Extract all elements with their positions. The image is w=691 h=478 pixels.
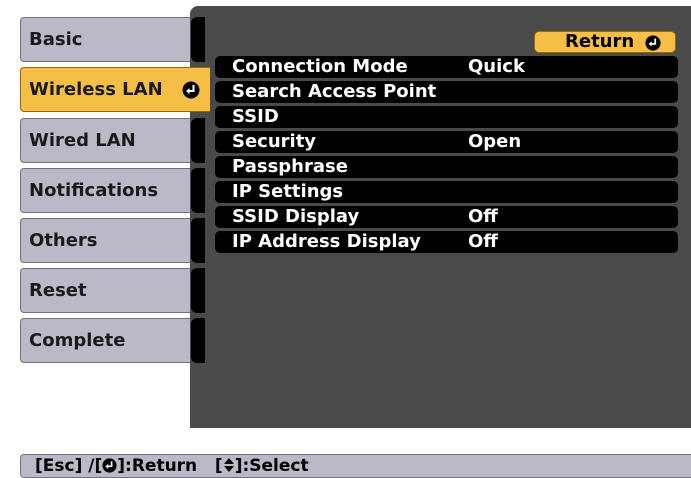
row-value: Quick [468, 56, 525, 77]
tab-label: Others [29, 230, 98, 251]
tab-wired-lan[interactable]: Wired LAN [20, 118, 206, 163]
menu-row-ip-address-display[interactable]: IP Address Display Off [215, 231, 678, 253]
row-label: SSID [232, 106, 279, 127]
menu-row-search-access-point[interactable]: Search Access Point [215, 81, 678, 103]
menu-row-passphrase[interactable]: Passphrase [215, 156, 678, 178]
tab-label: Reset [29, 280, 87, 301]
tab-notifications[interactable]: Notifications [20, 168, 206, 213]
tab-label: Notifications [29, 180, 159, 201]
key-hint-bar: [Esc] /[ ]:Return [ ]:Select [20, 454, 691, 478]
tab-others[interactable]: Others [20, 218, 206, 263]
row-value: Open [468, 131, 522, 152]
row-label: Passphrase [232, 156, 348, 177]
hint-esc: [Esc] /[ [35, 456, 103, 476]
tab-separator [191, 118, 205, 163]
tab-label: Wired LAN [29, 130, 136, 151]
menu-row-ip-settings[interactable]: IP Settings [215, 181, 678, 203]
tab-separator [191, 218, 205, 263]
tab-separator [191, 318, 205, 363]
return-label: Return [565, 31, 635, 52]
row-label: Search Access Point [232, 81, 437, 102]
tab-wireless-lan[interactable]: Wireless LAN [20, 67, 210, 112]
menu-row-security[interactable]: Security Open [215, 131, 678, 153]
hint-return: ]:Return [117, 456, 198, 476]
row-label: IP Settings [232, 181, 344, 202]
tab-basic[interactable]: Basic [20, 17, 206, 62]
row-value: Off [468, 231, 498, 252]
row-label: SSID Display [232, 206, 360, 227]
row-label: IP Address Display [232, 231, 421, 252]
hint-select: ]:Select [234, 456, 309, 476]
tab-reset[interactable]: Reset [20, 268, 206, 313]
enter-icon [182, 81, 200, 99]
menu-row-ssid-display[interactable]: SSID Display Off [215, 206, 678, 228]
enter-icon [102, 458, 117, 473]
enter-icon [645, 35, 661, 51]
menu-row-ssid[interactable]: SSID [215, 106, 678, 128]
tab-label: Complete [29, 330, 126, 351]
tab-label: Basic [29, 29, 83, 50]
row-label: Connection Mode [232, 56, 408, 77]
up-down-arrow-icon [223, 457, 235, 473]
row-label: Security [232, 131, 317, 152]
menu-row-connection-mode[interactable]: Connection Mode Quick [215, 56, 678, 78]
hint-select-open: [ [214, 456, 223, 476]
tab-complete[interactable]: Complete [20, 318, 206, 363]
tab-separator [191, 17, 205, 62]
tab-separator [191, 268, 205, 313]
tab-separator [191, 168, 205, 213]
tab-label: Wireless LAN [29, 79, 163, 100]
return-button[interactable]: Return [534, 31, 676, 53]
row-value: Off [468, 206, 498, 227]
